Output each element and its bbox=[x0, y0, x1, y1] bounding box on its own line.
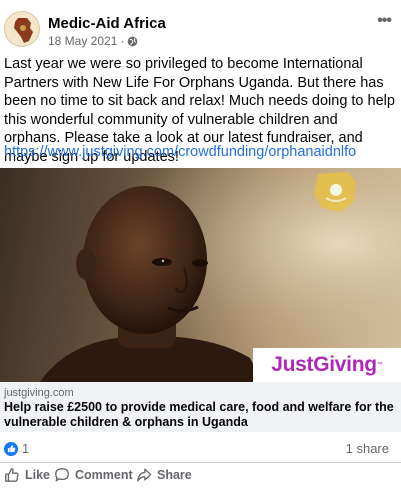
post-header: Medic-Aid Africa 18 May 2021 · ••• bbox=[0, 0, 401, 54]
facebook-post: Medic-Aid Africa 18 May 2021 · ••• Last … bbox=[0, 0, 401, 491]
post-meta: 18 May 2021 · bbox=[48, 34, 138, 48]
justgiving-logo-text: JustGiving bbox=[271, 353, 377, 376]
meta-separator: · bbox=[120, 34, 125, 48]
justgiving-logo: JustGiving ™ bbox=[253, 348, 401, 382]
page-name[interactable]: Medic-Aid Africa bbox=[48, 15, 166, 32]
divider bbox=[0, 462, 401, 463]
preview-title[interactable]: Help raise £2500 to provide medical care… bbox=[4, 400, 399, 430]
comment-icon bbox=[55, 468, 69, 482]
post-link[interactable]: https://www.justgiving.com/crowdfunding/… bbox=[4, 144, 356, 160]
like-label: Like bbox=[25, 468, 51, 482]
comment-label: Comment bbox=[75, 468, 133, 482]
more-options-button[interactable]: ••• bbox=[377, 12, 392, 30]
page-avatar[interactable] bbox=[4, 11, 40, 47]
share-count[interactable]: 1 share bbox=[346, 441, 389, 456]
like-reaction-icon bbox=[4, 441, 18, 456]
share-arrow-icon bbox=[137, 468, 152, 482]
thumbs-up-icon bbox=[5, 468, 19, 482]
africa-map-icon bbox=[14, 18, 33, 43]
like-button[interactable]: Like bbox=[4, 467, 50, 483]
preview-domain: justgiving.com bbox=[4, 387, 74, 399]
post-date[interactable]: 18 May 2021 bbox=[48, 34, 117, 48]
comment-button[interactable]: Comment bbox=[54, 467, 133, 483]
globe-icon bbox=[128, 36, 138, 46]
share-label: Share bbox=[157, 468, 192, 482]
reaction-count: 1 bbox=[22, 441, 30, 456]
share-button[interactable]: Share bbox=[136, 467, 192, 483]
justgiving-tm: ™ bbox=[376, 362, 383, 368]
post-actions: Like Comment Share bbox=[0, 467, 401, 489]
reaction-summary[interactable]: 1 bbox=[4, 441, 29, 456]
